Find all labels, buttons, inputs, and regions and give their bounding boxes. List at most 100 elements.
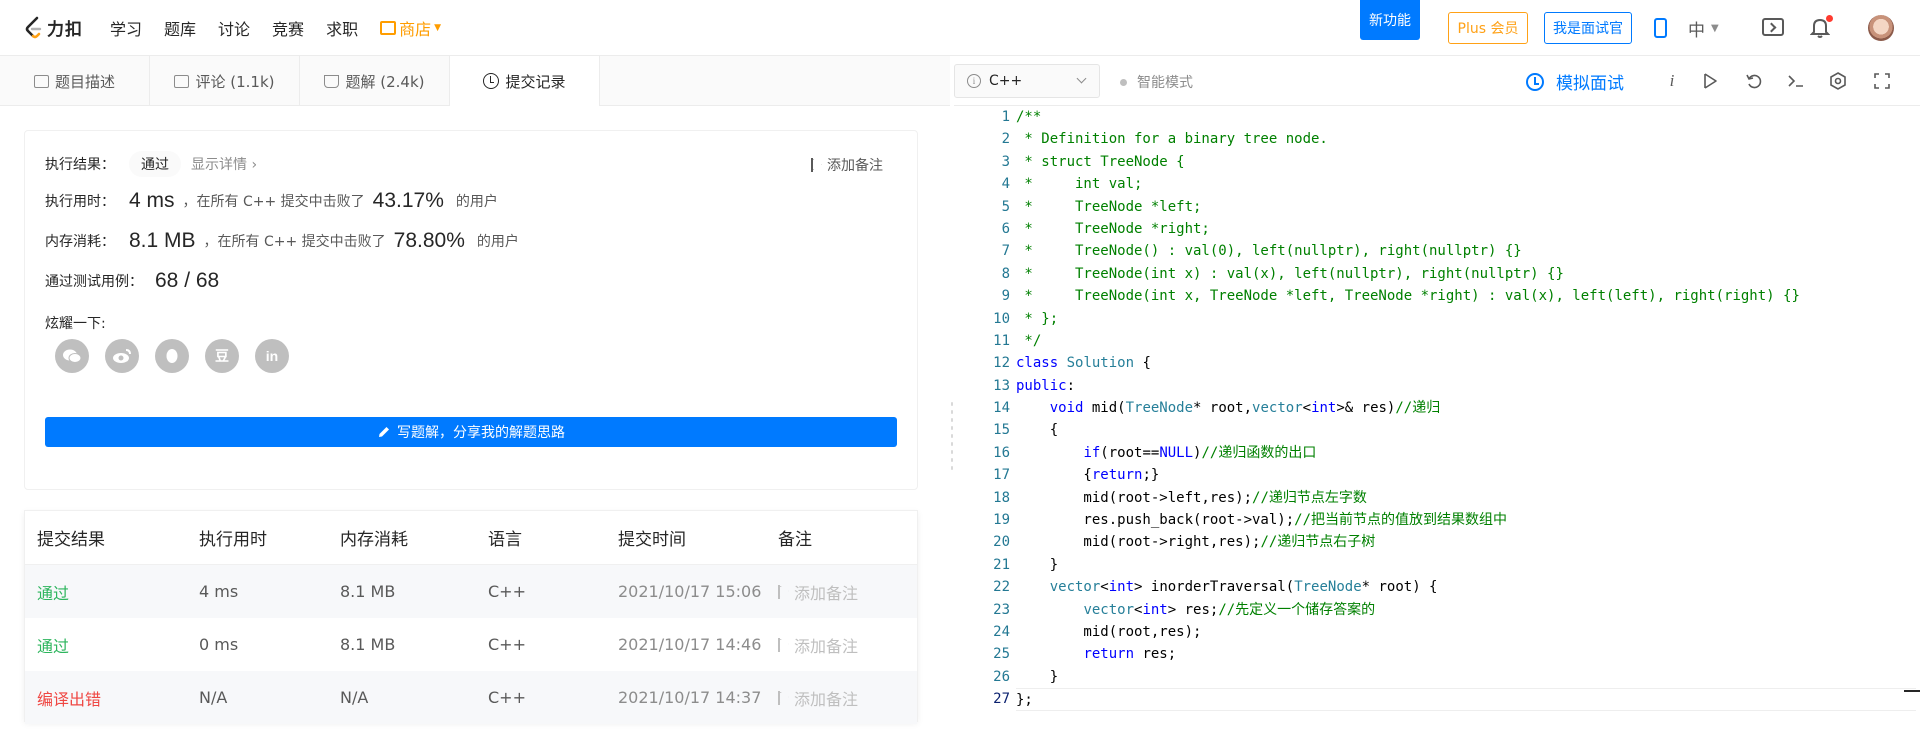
runtime-text: ，在所有 C++ 提交中击败了 bbox=[182, 194, 365, 210]
code-lines[interactable]: /** * Definition for a binary tree node.… bbox=[1016, 106, 1916, 711]
language-select[interactable]: i C++ bbox=[954, 64, 1100, 98]
mobile-app-icon[interactable] bbox=[1654, 18, 1667, 38]
code-line[interactable]: public: bbox=[1016, 375, 1916, 397]
alarm-clock-icon bbox=[1526, 72, 1544, 91]
code-line[interactable]: * Definition for a binary tree node. bbox=[1016, 128, 1916, 150]
write-solution-button[interactable]: 写题解，分享我的解题思路 bbox=[45, 417, 897, 447]
table-row[interactable]: 通过 4 ms 8.1 MB C++ 2021/10/17 15:06 添加备注 bbox=[25, 565, 917, 618]
code-line[interactable]: { bbox=[1016, 419, 1916, 441]
mock-interview-button[interactable]: 模拟面试 bbox=[1526, 69, 1624, 94]
code-line[interactable]: mid(root->right,res);//递归节点右子树 bbox=[1016, 531, 1916, 553]
qq-icon[interactable] bbox=[155, 339, 189, 373]
result-card: 执行结果： 通过 显示详情 › 添加备注 执行用时： 4 ms ，在所有 C++… bbox=[24, 130, 918, 490]
line-number: 20 bbox=[993, 534, 1010, 551]
row-note-label: 添加备注 bbox=[794, 689, 859, 709]
nav-learn[interactable]: 学习 bbox=[110, 16, 142, 40]
row-status[interactable]: 编译出错 bbox=[25, 686, 197, 710]
code-line[interactable]: * TreeNode *left; bbox=[1016, 196, 1916, 218]
interviewer-button[interactable]: 我是面试官 bbox=[1544, 12, 1632, 44]
table-row[interactable]: 通过 0 ms 8.1 MB C++ 2021/10/17 14:46 添加备注 bbox=[25, 618, 917, 671]
code-line[interactable]: * int val; bbox=[1016, 173, 1916, 195]
add-note-button[interactable]: 添加备注 bbox=[811, 155, 883, 175]
language-switcher[interactable]: 中 ▼ bbox=[1688, 16, 1719, 41]
linkedin-icon[interactable]: in bbox=[255, 339, 289, 373]
tab-comments[interactable]: 评论 (1.1k) bbox=[150, 56, 300, 106]
line-number: 14 bbox=[993, 400, 1010, 417]
line-number: 11 bbox=[993, 332, 1010, 349]
code-line[interactable]: * struct TreeNode { bbox=[1016, 151, 1916, 173]
nav-shop[interactable]: 商店 ▼ bbox=[380, 16, 441, 40]
problem-tabs: 题目描述 评论 (1.1k) 题解 (2.4k) 提交记录 bbox=[0, 56, 950, 106]
code-line[interactable]: res.push_back(root->val);//把当前节点的值放到结果数组… bbox=[1016, 509, 1916, 531]
submissions-table: 提交结果 执行用时 内存消耗 语言 提交时间 备注 通过 4 ms 8.1 MB… bbox=[24, 510, 918, 724]
row-add-note[interactable]: 添加备注 bbox=[778, 633, 908, 657]
code-line[interactable]: if(root==NULL)//递归函数的出口 bbox=[1016, 442, 1916, 464]
code-line[interactable]: * TreeNode(int x, TreeNode *left, TreeNo… bbox=[1016, 285, 1916, 307]
code-line[interactable]: } bbox=[1016, 666, 1916, 688]
nav-problems[interactable]: 题库 bbox=[164, 16, 196, 40]
code-line[interactable]: } bbox=[1016, 554, 1916, 576]
row-add-note[interactable]: 添加备注 bbox=[778, 686, 908, 710]
code-line[interactable]: vector<int> inorderTraversal(TreeNode* r… bbox=[1016, 576, 1916, 598]
result-label: 执行结果： bbox=[45, 157, 115, 173]
douban-icon[interactable]: 豆 bbox=[205, 339, 239, 373]
row-status[interactable]: 通过 bbox=[25, 633, 197, 657]
memory-value: 8.1 MB bbox=[129, 229, 196, 252]
code-line[interactable]: mid(root->left,res);//递归节点左字数 bbox=[1016, 487, 1916, 509]
fullscreen-icon[interactable] bbox=[1872, 71, 1892, 91]
line-number: 16 bbox=[993, 444, 1010, 461]
code-line[interactable]: }; bbox=[1016, 688, 1916, 711]
table-row[interactable]: 编译出错 N/A N/A C++ 2021/10/17 14:37 添加备注 bbox=[25, 671, 917, 724]
code-line[interactable]: * TreeNode() : val(0), left(nullptr), ri… bbox=[1016, 240, 1916, 262]
code-line[interactable]: * TreeNode *right; bbox=[1016, 218, 1916, 240]
row-memory: 8.1 MB bbox=[340, 635, 396, 654]
nav-jobs[interactable]: 求职 bbox=[326, 16, 358, 40]
run-icon[interactable] bbox=[1700, 71, 1720, 91]
info-i-icon[interactable]: i bbox=[1662, 71, 1682, 91]
terminal-icon[interactable] bbox=[1786, 71, 1806, 91]
show-details-link[interactable]: 显示详情 › bbox=[191, 154, 257, 174]
code-line[interactable]: * TreeNode(int x) : val(x), left(nullptr… bbox=[1016, 263, 1916, 285]
tab-submissions[interactable]: 提交记录 bbox=[450, 56, 600, 106]
row-runtime: N/A bbox=[199, 688, 228, 707]
code-line[interactable]: */ bbox=[1016, 330, 1916, 352]
code-line[interactable]: class Solution { bbox=[1016, 352, 1916, 374]
smart-mode-toggle[interactable]: 智能模式 bbox=[1120, 72, 1193, 92]
code-line[interactable]: mid(root,res); bbox=[1016, 621, 1916, 643]
reset-icon[interactable] bbox=[1744, 71, 1764, 91]
table-header: 提交结果 执行用时 内存消耗 语言 提交时间 备注 bbox=[25, 511, 917, 565]
user-avatar[interactable] bbox=[1868, 15, 1894, 41]
code-line[interactable]: * }; bbox=[1016, 308, 1916, 330]
code-line[interactable]: void mid(TreeNode* root,vector<int>& res… bbox=[1016, 397, 1916, 419]
flag-icon bbox=[778, 690, 788, 705]
code-line[interactable]: {return;} bbox=[1016, 464, 1916, 486]
plus-member-button[interactable]: Plus 会员 bbox=[1448, 12, 1528, 44]
leetcode-logo[interactable]: 力扣 bbox=[24, 15, 90, 40]
testcases-row: 通过测试用例： 68 / 68 bbox=[45, 269, 227, 293]
memory-text: ，在所有 C++ 提交中击败了 bbox=[203, 234, 386, 250]
nav-contest[interactable]: 竞赛 bbox=[272, 16, 304, 40]
language-label: 中 bbox=[1688, 21, 1705, 41]
new-feature-badge[interactable]: 新功能 bbox=[1360, 0, 1420, 40]
line-number: 3 bbox=[1001, 153, 1010, 170]
tab-solutions[interactable]: 题解 (2.4k) bbox=[300, 56, 450, 106]
line-number: 10 bbox=[993, 310, 1010, 327]
runtime-users-text: 的用户 bbox=[455, 194, 498, 210]
playground-icon[interactable] bbox=[1762, 18, 1784, 36]
row-status[interactable]: 通过 bbox=[25, 580, 197, 604]
wechat-icon[interactable] bbox=[55, 339, 89, 373]
code-editor[interactable]: 1 2 3 4 5 6 7 8 9 10 11 12 13 14 15 16 17 18 19 20 21 22 23 24 2… bbox=[954, 106, 1920, 736]
settings-icon[interactable] bbox=[1828, 71, 1848, 91]
memory-percent: 78.80% bbox=[393, 229, 465, 252]
weibo-icon[interactable] bbox=[105, 339, 139, 373]
nav-discuss[interactable]: 讨论 bbox=[218, 16, 250, 40]
line-number: 1 bbox=[1001, 109, 1010, 125]
code-line[interactable]: /** bbox=[1016, 106, 1916, 128]
status-badge: 通过 bbox=[129, 151, 181, 177]
tab-label: 提交记录 bbox=[505, 72, 566, 91]
chevron-down-icon bbox=[1076, 73, 1087, 84]
code-line[interactable]: return res; bbox=[1016, 643, 1916, 665]
code-line[interactable]: vector<int> res;//先定义一个储存答案的 bbox=[1016, 599, 1916, 621]
row-add-note[interactable]: 添加备注 bbox=[778, 580, 908, 604]
tab-description[interactable]: 题目描述 bbox=[0, 56, 150, 106]
